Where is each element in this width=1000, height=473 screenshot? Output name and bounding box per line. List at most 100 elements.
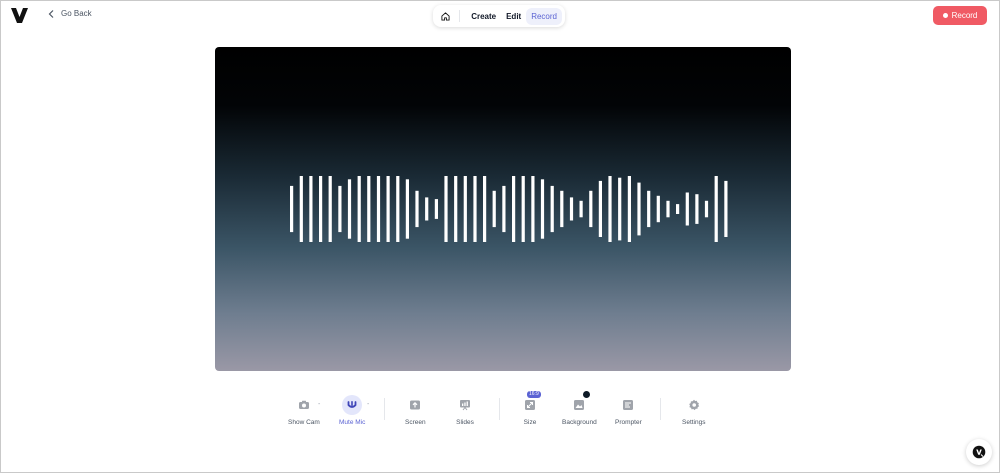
waveform-bar [444,176,448,242]
help-chat-button[interactable] [966,439,992,465]
resize-icon-wrap: 16:9 [520,391,541,415]
gear-icon-wrap [684,395,704,415]
toolbar-divider [384,398,385,420]
size-label: Size [523,419,537,426]
waveform-bar [704,200,709,218]
audio-waveform [290,176,728,242]
background-color-swatch [582,390,592,399]
record-button[interactable]: Record [933,6,987,25]
chevron-left-icon [48,9,54,18]
slides-icon [460,400,470,411]
record-button-label: Record [951,11,978,20]
waveform-bar [540,179,545,239]
waveform-bar [502,185,506,233]
waveform-bar [598,180,602,237]
camera-icon [298,400,309,409]
waveform-bar [405,179,409,239]
screen-label: Screen [405,419,426,426]
slides-icon-wrap [455,395,475,415]
waveform-bar [434,199,438,219]
size-ratio-badge: 16:9 [527,391,541,398]
waveform-bar [608,176,612,242]
cam-dropdown-dash[interactable]: - [318,401,320,408]
home-icon [441,11,450,21]
nav-divider [459,10,461,22]
waveform-bar [357,176,361,242]
waveform-bar [560,190,564,228]
waveform-bar [550,185,554,233]
waveform-bar [473,176,477,242]
waveform-bar [589,190,593,228]
tab-create[interactable]: Create [466,8,501,25]
image-icon-wrap [569,390,592,415]
waveform-bar [376,176,381,242]
waveform-bar [521,176,525,242]
waveform-bar [299,176,303,242]
waveform-bar [647,190,651,228]
mute-mic-label: Mute Mic [339,419,366,426]
slides-button[interactable]: Slides [455,395,475,426]
waveform-bar [579,200,583,218]
home-button[interactable] [436,7,455,25]
recording-preview [215,47,791,371]
record-dot-icon [942,13,948,18]
v-logo-icon[interactable] [11,8,28,23]
waveform-bar [338,185,342,233]
waveform-bar [454,176,458,242]
camera-icon-wrap [294,395,314,415]
screen-share-icon [410,400,421,410]
resize-icon [525,400,535,410]
mic-dropdown-dash[interactable]: - [367,401,369,408]
waveform-bar [319,176,323,242]
waveform-bar [425,197,429,221]
waveform-bar [492,190,496,228]
settings-label: Settings [682,419,706,426]
waveform-bar [347,179,352,239]
waveform-bar [463,176,467,242]
microphone-icon-wrap [342,395,363,415]
background-label: Background [562,419,597,426]
waveform-bar [656,195,660,223]
prompter-button[interactable]: Prompter [615,395,642,426]
mute-mic-button[interactable]: Mute Mic [339,395,365,426]
toolbar-divider [660,398,661,420]
show-cam-label: Show Cam [288,419,320,426]
app-window: Go Back Create Edit Record Record Show C… [0,0,1000,473]
tab-edit[interactable]: Edit [501,8,526,25]
waveform-bar [309,176,313,242]
waveform-bar [328,176,332,242]
screen-button[interactable]: Screen [405,395,426,426]
background-button[interactable]: Background [562,390,597,426]
gear-icon [688,399,699,411]
prompter-icon [623,400,634,410]
toolbar-divider [499,398,500,420]
waveform-bar [367,176,371,242]
prompter-label: Prompter [615,419,642,426]
mode-nav: Create Edit Record [433,5,565,27]
waveform-bar [685,192,689,226]
waveform-bar [724,180,728,237]
image-icon [574,400,585,410]
tab-record[interactable]: Record [526,7,562,25]
prompter-icon-wrap [618,395,638,415]
waveform-bar [386,176,390,242]
waveform-bar [512,176,516,242]
waveform-bar [714,176,718,242]
waveform-bar [676,204,680,214]
size-button[interactable]: 16:9 Size [520,391,541,426]
go-back-label: Go Back [61,9,92,18]
waveform-bar [618,177,622,241]
waveform-bar [415,190,419,228]
help-chat-icon [972,445,986,459]
show-cam-button[interactable]: Show Cam [288,395,320,426]
waveform-bar [666,200,670,218]
slides-label: Slides [456,419,474,426]
go-back-link[interactable]: Go Back [48,9,92,18]
waveform-bar [396,176,400,242]
waveform-bar [637,182,641,236]
microphone-icon [347,401,357,408]
waveform-bar [627,176,631,242]
waveform-bar [569,197,574,221]
waveform-bar [483,176,487,242]
settings-button[interactable]: Settings [682,395,706,426]
